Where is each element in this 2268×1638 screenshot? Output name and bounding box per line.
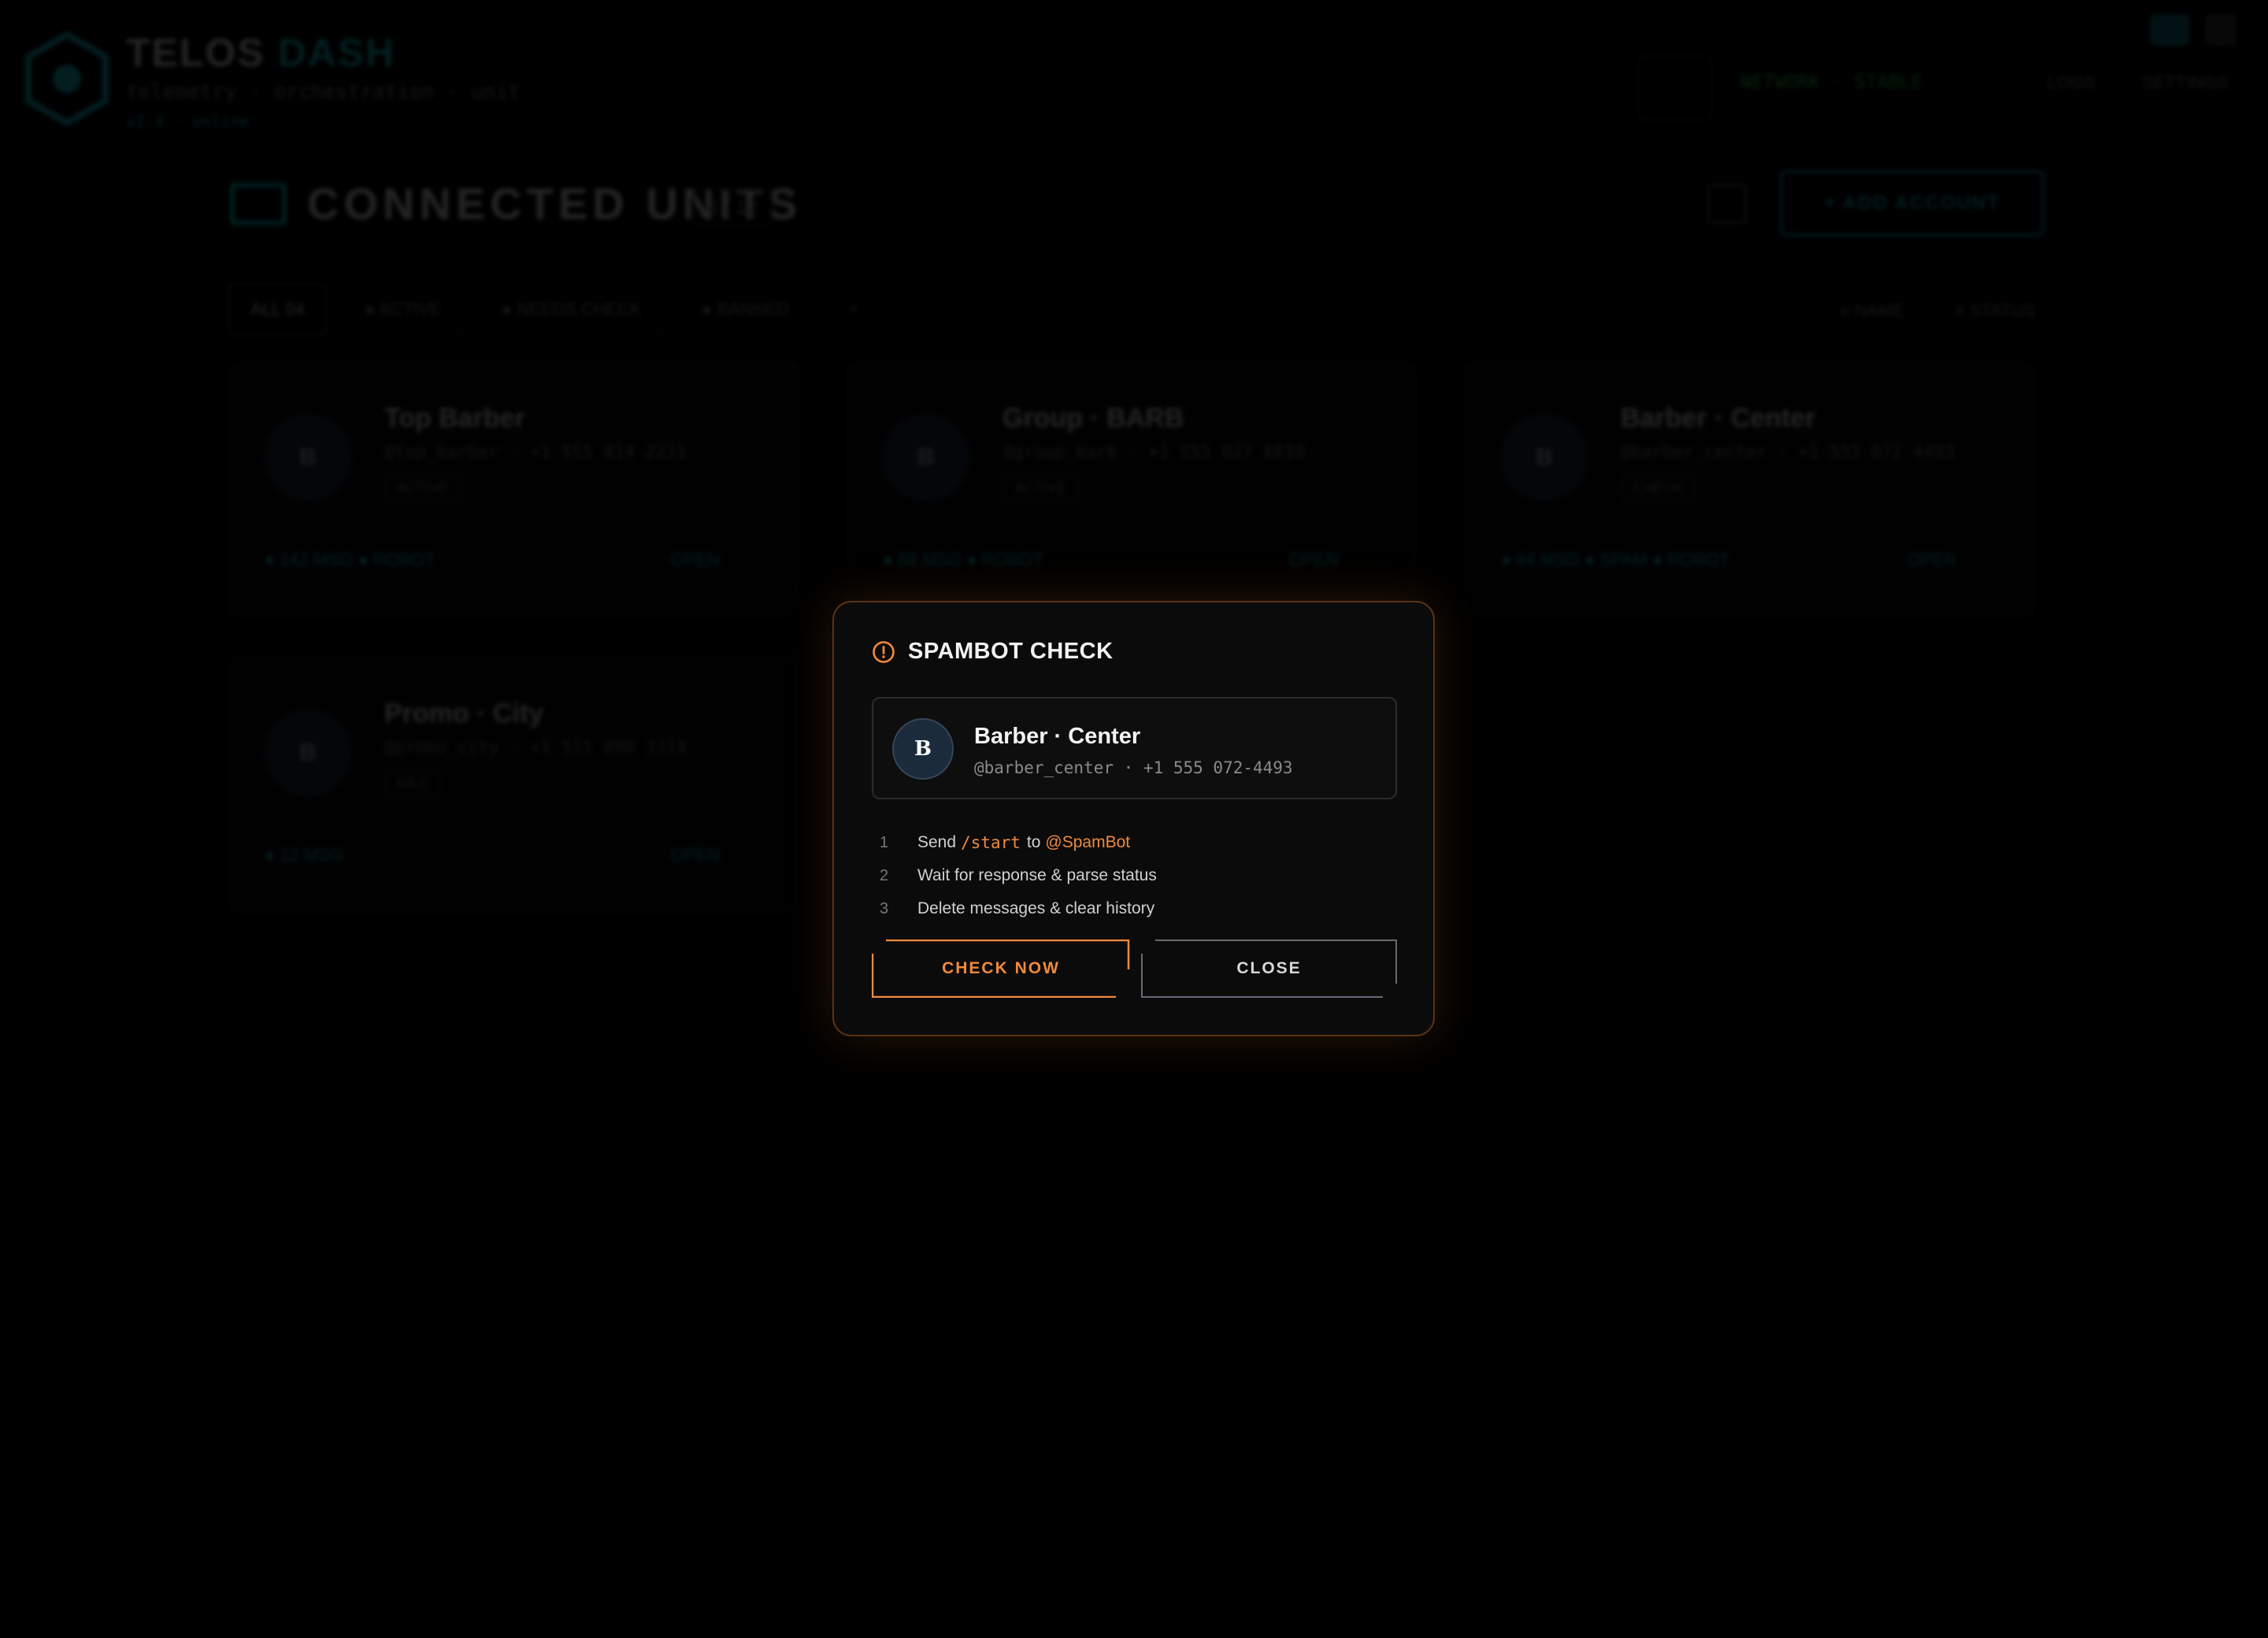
- account-card[interactable]: B Group · BARB @group_barb · +1 555 027 …: [847, 362, 1417, 617]
- step-text: Send: [917, 833, 957, 851]
- card-meta: ● 12 MSG: [265, 845, 344, 865]
- account-card[interactable]: B Promo · City @promo_city · +1 555 090 …: [228, 658, 799, 913]
- brand-title: TELOS DASH: [126, 30, 395, 76]
- filter-add[interactable]: +: [827, 284, 881, 335]
- card-open-link[interactable]: OPEN: [1907, 550, 1956, 570]
- card-name: Barber · Center: [1621, 403, 1816, 433]
- step-bot-handle: @SpamBot: [1045, 833, 1131, 851]
- avatar: B: [883, 414, 969, 501]
- sort-status[interactable]: ≡ STATUS: [1939, 291, 2051, 331]
- step-number: 2: [880, 866, 889, 884]
- settings-link[interactable]: SETTINGS: [2142, 72, 2229, 93]
- search-button[interactable]: [1638, 55, 1712, 121]
- account-card[interactable]: B Top Barber @top_barber · +1 555 014 22…: [228, 362, 799, 617]
- list-item: 3 Delete messages & clear history: [872, 892, 1397, 925]
- step-number: 1: [880, 833, 889, 851]
- card-handle: @barber_center · +1 555 072 4493: [1621, 443, 1955, 462]
- brand-tags: v2.4 · online: [126, 112, 250, 131]
- card-meta: ● 64 MSG ● SPAM ● ROBOT: [1501, 550, 1730, 569]
- account-card[interactable]: B Barber · Center @barber_center · +1 55…: [1465, 362, 2035, 617]
- avatar: B: [892, 718, 954, 780]
- dialog-header: SPAMBOT CHECK: [872, 639, 1114, 665]
- close-button[interactable]: CLOSE: [1141, 939, 1397, 998]
- filter-all[interactable]: ALL 04: [228, 284, 327, 335]
- status-badge: IDLE: [384, 771, 442, 797]
- logs-link[interactable]: LOGS: [2048, 72, 2096, 93]
- card-open-link[interactable]: OPEN: [1289, 550, 1338, 570]
- filter-bar: ALL 04 ● ACTIVE ● NEEDS CHECK ● BANNED +: [228, 284, 881, 335]
- window-chip[interactable]: [2150, 14, 2189, 46]
- card-meta: ● 142 MSG ● ROBOT: [265, 550, 435, 569]
- section-count: 4 / 12: [693, 189, 773, 226]
- network-status: NETWORK · STABLE: [1740, 71, 1923, 93]
- status-badge: CHECK: [1621, 476, 1696, 502]
- step-text: to: [1026, 833, 1041, 851]
- check-now-label: CHECK NOW: [942, 959, 1060, 977]
- alert-circle-icon: [873, 640, 895, 663]
- account-handle: @barber_center · +1 555 072-4493: [974, 758, 1293, 777]
- step-text: Wait for response & parse status: [917, 866, 1157, 884]
- card-open-link[interactable]: OPEN: [671, 550, 720, 570]
- steps-list: 1 Send /start to @SpamBot 2 Wait for res…: [872, 826, 1397, 925]
- step-text: Delete messages & clear history: [917, 899, 1155, 917]
- brand-name: TELOS: [126, 31, 265, 75]
- avatar: B: [265, 710, 351, 796]
- refresh-icon[interactable]: [1707, 184, 1747, 224]
- card-name: Promo · City: [384, 699, 544, 728]
- status-badge: ACTIVE: [384, 476, 461, 502]
- sort-name[interactable]: ≡ NAME: [1824, 291, 1921, 331]
- filter-needs-check[interactable]: ● NEEDS CHECK: [479, 284, 664, 335]
- avatar: B: [1501, 414, 1588, 501]
- step-number: 3: [880, 899, 889, 917]
- list-item: 2 Wait for response & parse status: [872, 859, 1397, 892]
- card-name: Group · BARB: [1002, 403, 1184, 433]
- card-name: Top Barber: [384, 403, 525, 433]
- card-handle: @group_barb · +1 555 027 8810: [1002, 443, 1306, 462]
- account-summary: B Barber · Center @barber_center · +1 55…: [872, 697, 1397, 799]
- avatar: B: [265, 414, 351, 501]
- spambot-check-dialog: SPAMBOT CHECK B Barber · Center @barber_…: [832, 601, 1435, 1036]
- window-chip-close[interactable]: [2205, 14, 2236, 46]
- status-badge: ACTIVE: [1002, 476, 1080, 502]
- card-handle: @top_barber · +1 555 014 2231: [384, 443, 687, 462]
- dialog-title: SPAMBOT CHECK: [908, 639, 1114, 664]
- units-icon: [230, 183, 287, 225]
- filter-banned[interactable]: ● BANNED: [679, 284, 811, 335]
- card-handle: @promo_city · +1 555 090 3318: [384, 738, 687, 758]
- check-now-button[interactable]: CHECK NOW: [872, 939, 1130, 998]
- filter-active[interactable]: ● ACTIVE: [342, 284, 464, 335]
- account-name: Barber · Center: [974, 724, 1141, 749]
- close-label: CLOSE: [1236, 959, 1302, 977]
- add-account-button[interactable]: + ADD ACCOUNT: [1780, 170, 2044, 236]
- brand-accent: DASH: [277, 31, 396, 75]
- step-command: /start: [961, 833, 1021, 852]
- brand-subtitle: telemetry · orchestration · unit: [126, 80, 521, 104]
- list-item: 1 Send /start to @SpamBot: [872, 826, 1397, 859]
- logo-icon: [25, 32, 109, 126]
- card-open-link[interactable]: OPEN: [671, 845, 720, 865]
- card-meta: ● 88 MSG ● ROBOT: [883, 550, 1043, 569]
